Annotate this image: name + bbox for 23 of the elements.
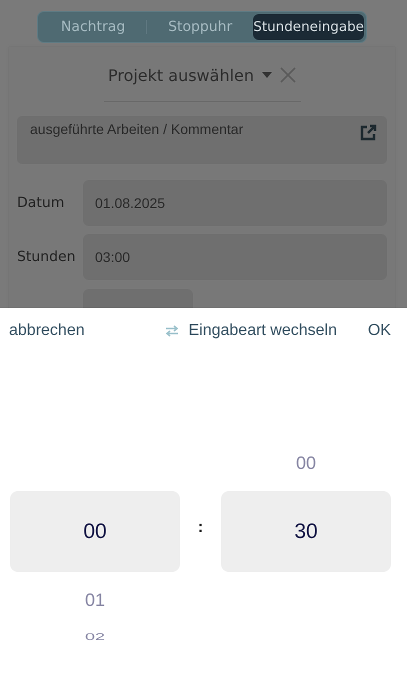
field-label: Stunden	[17, 249, 76, 265]
wheel-value[interactable]: 02	[84, 628, 106, 646]
input-field[interactable]: 03:00	[83, 234, 387, 280]
project-dropdown[interactable]: Projekt auswählen	[108, 66, 254, 84]
segment-tab[interactable]: Stundeneingabe	[253, 14, 364, 40]
field-label: Datum	[17, 195, 66, 211]
input-field[interactable]	[83, 289, 193, 308]
time-separator: :	[196, 519, 204, 537]
selected-value[interactable]: 00	[10, 491, 180, 572]
wheel-value[interactable]: 00	[296, 435, 316, 491]
wheel-value[interactable]: 01	[84, 572, 106, 628]
close-icon[interactable]	[280, 67, 296, 83]
input-field[interactable]: 01.08.2025	[83, 180, 387, 226]
comment-field[interactable]: ausgeführte Arbeiten / Kommentar	[17, 116, 387, 164]
ok-button[interactable]: OK	[368, 320, 391, 342]
switch-mode-button[interactable]: Eingabeart wechseln	[165, 320, 338, 342]
selected-value[interactable]: 30	[221, 491, 391, 572]
segment-tab[interactable]: Stoppuhr	[147, 14, 254, 40]
segment-tab[interactable]: Nachtrag	[40, 14, 146, 40]
cancel-button[interactable]: abbrechen	[9, 320, 85, 342]
external-link-icon[interactable]	[359, 124, 377, 142]
caret-icon[interactable]	[262, 72, 272, 78]
swap-icon	[165, 325, 180, 337]
